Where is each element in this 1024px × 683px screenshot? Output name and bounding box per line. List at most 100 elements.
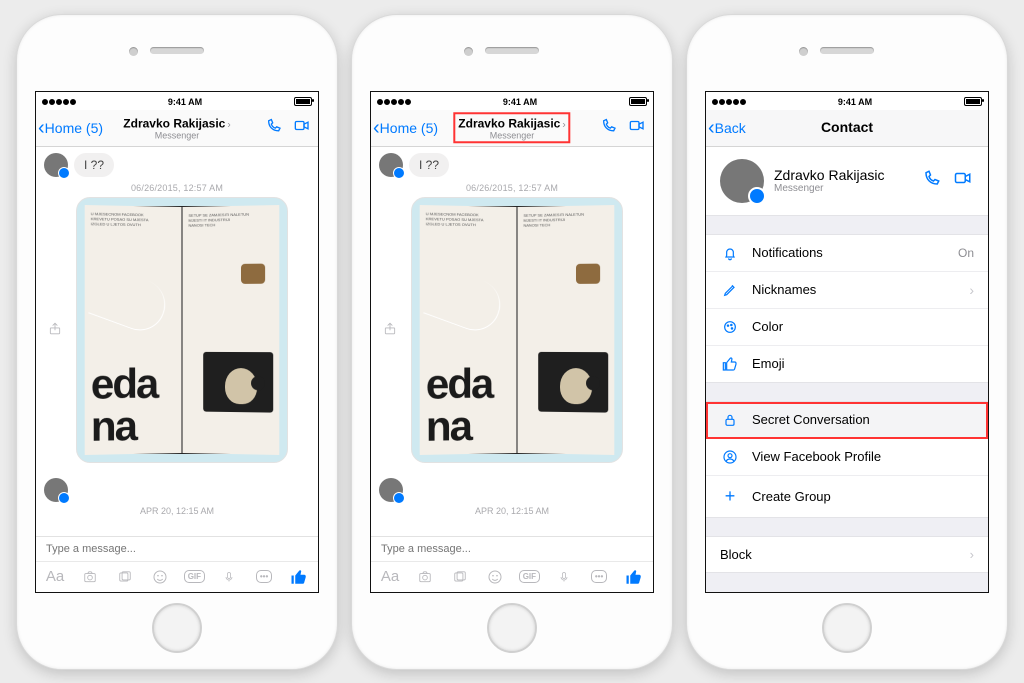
contact-header: Zdravko Rakijasic Messenger [706,147,988,216]
palette-icon [720,319,740,335]
chevron-right-icon: › [227,119,230,130]
status-bar: 9:41 AM [36,92,318,110]
message-input[interactable] [379,542,645,556]
messenger-badge-icon [748,187,766,205]
messenger-badge-icon [393,492,405,504]
chat-body[interactable]: I ?? 06/26/2015, 12:57 AM U MJESECNOM FA… [371,147,653,536]
nav-bar: ‹Home (5) Zdravko Rakijasic› Messenger [371,110,653,147]
voice-icon[interactable] [218,569,240,585]
lock-icon [720,412,740,428]
row-secret-conversation[interactable]: Secret Conversation [706,402,988,439]
share-icon[interactable] [383,320,397,339]
gallery-icon[interactable] [449,570,471,584]
image-message[interactable]: U MJESECNOM FACEBOOKKREVETU POSAO SU MJE… [76,197,310,463]
contact-screen: 9:41 AM ‹Back Contact Zdravko Rakijasic … [705,91,989,593]
pencil-icon [720,282,740,298]
call-icon[interactable] [264,117,284,138]
back-button[interactable]: ‹Back [706,118,746,138]
contact-subtitle: Messenger [123,131,230,141]
row-view-profile[interactable]: View Facebook Profile [706,439,988,476]
phone-mock-3: 9:41 AM ‹Back Contact Zdravko Rakijasic … [686,14,1008,670]
row-label: View Facebook Profile [752,449,881,464]
like-icon[interactable] [288,568,310,586]
video-icon[interactable] [292,117,312,138]
contact-name: Zdravko Rakijasic [458,116,560,130]
call-icon[interactable] [599,117,619,138]
emoji-icon[interactable] [484,569,506,585]
messenger-badge-icon [58,167,70,179]
call-icon[interactable] [922,169,942,192]
status-bar: 9:41 AM [371,92,653,110]
chat-screen: 9:41 AM ‹Home (5) Zdravko Rakijasic› Mes… [35,91,319,593]
camera-icon[interactable] [414,570,436,584]
gif-button[interactable]: GIF [518,570,540,583]
message-bubble[interactable]: I ?? [409,153,449,177]
phone-speaker [820,47,874,54]
chat-body[interactable]: I ?? 06/26/2015, 12:57 AM U MJESECNOM FA… [36,147,318,536]
back-label: Back [715,120,746,136]
timestamp: APR 20, 12:15 AM [36,506,318,516]
message-row: I ?? [36,147,318,179]
video-icon[interactable] [952,169,974,192]
chat-screen: 9:41 AM ‹Home (5) Zdravko Rakijasic› Mes… [370,91,654,593]
message-input[interactable] [44,542,310,556]
back-button[interactable]: ‹Home (5) [371,118,438,138]
phone-mock-1: 9:41 AM ‹Home (5) Zdravko Rakijasic› Mes… [16,14,338,670]
gif-button[interactable]: GIF [183,570,205,583]
row-label: Emoji [752,356,785,371]
avatar[interactable] [379,153,403,177]
phone-speaker [150,47,204,54]
image-message[interactable]: U MJESECNOM FACEBOOKKREVETU POSAO SU MJE… [411,197,645,463]
home-button[interactable] [822,603,872,653]
battery-icon [629,97,647,106]
row-notifications[interactable]: Notifications On [706,235,988,272]
back-button[interactable]: ‹Home (5) [36,118,103,138]
phone-camera [464,47,473,56]
row-label: Nicknames [752,282,816,297]
like-icon[interactable] [623,568,645,586]
avatar[interactable] [720,159,764,203]
home-button[interactable] [487,603,537,653]
contact-body[interactable]: Zdravko Rakijasic Messenger Notification… [706,147,988,592]
row-emoji[interactable]: Emoji [706,346,988,382]
home-button[interactable] [152,603,202,653]
messenger-badge-icon [393,167,405,179]
row-color[interactable]: Color [706,309,988,346]
text-format-button[interactable]: Aa [379,568,401,585]
status-time: 9:41 AM [168,97,202,107]
voice-icon[interactable] [553,569,575,585]
avatar[interactable] [44,153,68,177]
share-icon[interactable] [48,320,62,339]
row-label: Create Group [752,489,831,504]
contact-subtitle: Messenger [458,131,565,141]
message-row: I ?? [371,147,653,179]
row-nicknames[interactable]: Nicknames › [706,272,988,309]
chevron-right-icon: › [562,119,565,130]
text-format-button[interactable]: Aa [44,568,66,585]
more-button[interactable]: ••• [588,570,610,583]
row-create-group[interactable]: + Create Group [706,476,988,517]
more-button[interactable]: ••• [253,570,275,583]
nav-title-button[interactable]: Zdravko Rakijasic› Messenger [123,114,230,141]
emoji-icon[interactable] [149,569,171,585]
video-icon[interactable] [627,117,647,138]
row-label: Notifications [752,245,823,260]
avatar[interactable] [379,478,403,502]
chevron-right-icon: › [970,547,974,562]
message-bubble[interactable]: I ?? [74,153,114,177]
input-bar [371,536,653,561]
back-chevron-icon: ‹ [708,118,715,138]
nav-title-button[interactable]: Zdravko Rakijasic› Messenger [454,113,569,142]
nav-title: Contact [821,119,873,137]
back-chevron-icon: ‹ [38,118,45,138]
avatar[interactable] [44,478,68,502]
row-block[interactable]: Block › [706,536,988,573]
signal-icon [712,99,746,105]
camera-icon[interactable] [79,570,101,584]
gallery-icon[interactable] [114,570,136,584]
phone-mock-2: 9:41 AM ‹Home (5) Zdravko Rakijasic› Mes… [351,14,673,670]
contact-name: Zdravko Rakijasic [774,167,912,183]
person-icon [720,449,740,465]
like-icon [720,356,740,372]
battery-icon [294,97,312,106]
